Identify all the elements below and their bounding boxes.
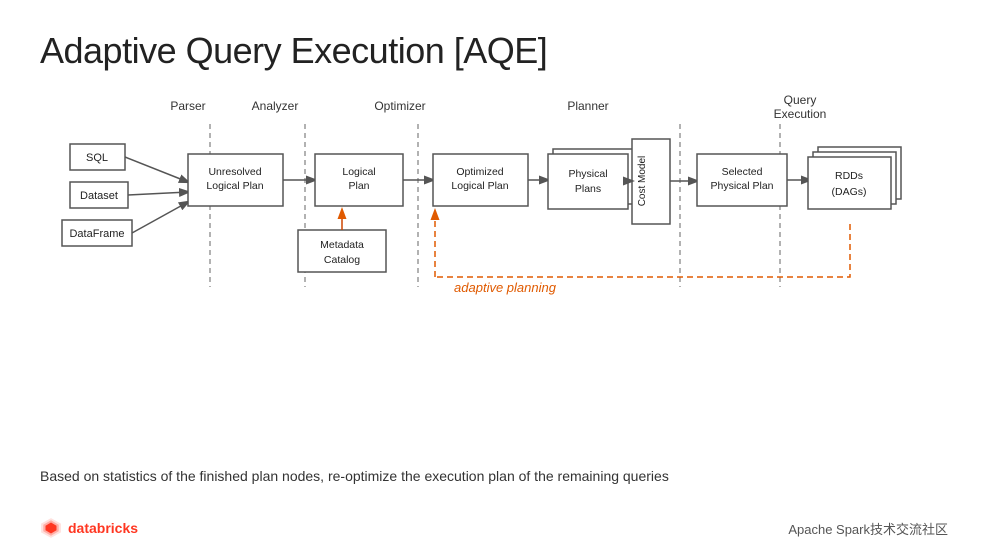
physical-box (548, 154, 628, 209)
databricks-logo: databricks (40, 517, 138, 539)
logical-text2: Plan (348, 180, 369, 192)
rdds-text2: (DAGs) (832, 186, 867, 198)
footer: databricks Apache Spark技术交流社区 (40, 517, 948, 539)
unresolved-text2: Logical Plan (206, 180, 263, 192)
sql-text: SQL (86, 152, 108, 164)
physical-text1: Physical (568, 168, 607, 180)
diagram-svg: Parser Analyzer Optimizer Planner Query … (40, 92, 948, 332)
cost-text1: Cost Model (637, 156, 648, 207)
selected-text1: Selected (722, 166, 763, 178)
analyzer-label: Analyzer (252, 99, 299, 113)
metadata-text2: Catalog (324, 254, 360, 266)
databricks-text: databricks (68, 520, 138, 536)
logical-text1: Logical (342, 166, 375, 178)
arrow-dataframe (132, 202, 188, 233)
adaptive-label: adaptive planning (454, 280, 557, 295)
adaptive-line-bottom (435, 224, 850, 277)
selected-text2: Physical Plan (710, 180, 773, 192)
diagram-area: Parser Analyzer Optimizer Planner Query … (40, 92, 948, 332)
dataset-text: Dataset (80, 190, 118, 202)
dataframe-text: DataFrame (69, 228, 124, 240)
physical-text2: Plans (575, 183, 601, 195)
rdds-box (808, 157, 891, 209)
metadata-text1: Metadata (320, 239, 364, 251)
query-exec-label: Query (784, 93, 817, 107)
apache-spark-community: Apache Spark技术交流社区 (788, 522, 948, 537)
apache-spark-text: Apache Spark技术交流社区 (788, 519, 948, 538)
arrow-dataset (128, 192, 188, 195)
slide: Adaptive Query Execution [AQE] Parser An… (0, 0, 988, 554)
arrow-sql (125, 157, 188, 182)
planner-label: Planner (567, 99, 608, 113)
rdds-text1: RDDs (835, 170, 863, 182)
bottom-text: Based on statistics of the finished plan… (40, 468, 669, 484)
optimizer-label: Optimizer (374, 99, 425, 113)
unresolved-text1: Unresolved (208, 166, 261, 178)
slide-title: Adaptive Query Execution [AQE] (40, 30, 948, 72)
databricks-icon (40, 517, 62, 539)
optimized-text1: Optimized (456, 166, 503, 178)
optimized-text2: Logical Plan (451, 180, 508, 192)
query-exec-label2: Execution (774, 107, 827, 121)
parser-label: Parser (170, 99, 205, 113)
